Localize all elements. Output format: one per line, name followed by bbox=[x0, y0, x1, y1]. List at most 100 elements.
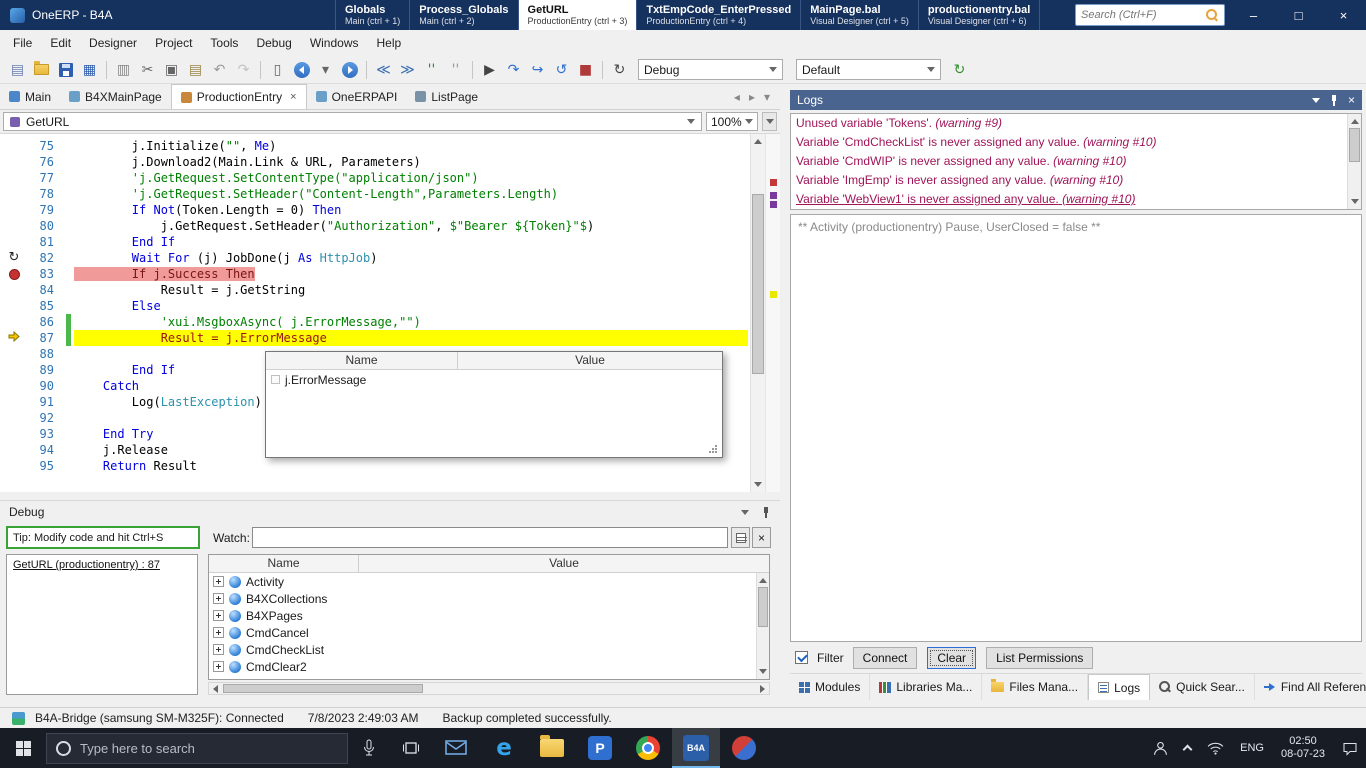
clear-button[interactable]: Clear bbox=[927, 647, 976, 669]
bookmark-icon[interactable]: ▯ bbox=[266, 59, 289, 81]
code-line-81[interactable]: 81 End If bbox=[0, 234, 748, 250]
code-line-79[interactable]: 79 If Not(Token.Length = 0) Then bbox=[0, 202, 748, 218]
save-icon[interactable] bbox=[54, 59, 77, 81]
undo-icon[interactable]: ↶ bbox=[208, 59, 231, 81]
warning-item[interactable]: Unused variable 'Tokens'. (warning #9) bbox=[791, 114, 1361, 133]
watch-list-button[interactable] bbox=[731, 527, 750, 548]
reconnect-device-icon[interactable]: ↻ bbox=[608, 59, 631, 81]
redo-icon[interactable]: ↷ bbox=[232, 59, 255, 81]
scroll-up-icon[interactable] bbox=[757, 573, 769, 588]
warning-item[interactable]: Variable 'ImgEmp' is never assigned any … bbox=[791, 171, 1361, 190]
scrollbar-thumb[interactable] bbox=[1349, 128, 1360, 162]
mail-app-button[interactable] bbox=[432, 728, 480, 768]
variables-scrollbar[interactable] bbox=[756, 573, 769, 679]
module-tab-process-globals[interactable]: Process_GlobalsMain (ctrl + 2) bbox=[409, 0, 517, 30]
watch-input[interactable] bbox=[252, 527, 728, 548]
code-line-78[interactable]: 78 'j.GetRequest.SetHeader("Content-Leng… bbox=[0, 186, 748, 202]
outdent-icon[interactable]: ≪ bbox=[372, 59, 395, 81]
tree-expander-icon[interactable] bbox=[213, 627, 224, 638]
breakpoint-margin[interactable] bbox=[0, 394, 28, 410]
breakpoint-margin[interactable] bbox=[0, 234, 28, 250]
breakpoint-margin[interactable] bbox=[0, 442, 28, 458]
paste-icon[interactable]: ▤ bbox=[184, 59, 207, 81]
code-line-75[interactable]: 75 j.Initialize("", Me) bbox=[0, 138, 748, 154]
tab-close-icon[interactable]: × bbox=[290, 91, 296, 103]
scroll-down-icon[interactable] bbox=[751, 477, 765, 492]
variable-row-cmdcancel[interactable]: CmdCancel bbox=[209, 624, 769, 641]
annotation-mark[interactable] bbox=[770, 291, 777, 298]
code-editor[interactable]: 75 j.Initialize("", Me)76 j.Download2(Ma… bbox=[0, 133, 780, 492]
tree-expander-icon[interactable] bbox=[213, 610, 224, 621]
people-button[interactable] bbox=[1145, 728, 1176, 768]
visual-designer-icon[interactable]: ▥ bbox=[112, 59, 135, 81]
chrome-app-button[interactable] bbox=[624, 728, 672, 768]
scrollbar-thumb[interactable] bbox=[758, 587, 768, 627]
tab-listpage[interactable]: ListPage bbox=[406, 84, 487, 109]
panel-position-icon[interactable] bbox=[1312, 98, 1320, 103]
code-line-77[interactable]: 77 'j.GetRequest.SetContentType("applica… bbox=[0, 170, 748, 186]
code-line-87[interactable]: 87 Result = j.ErrorMessage bbox=[0, 330, 748, 346]
watch-popup-row[interactable]: j.ErrorMessage bbox=[266, 370, 722, 389]
zoom-combo[interactable]: 100% bbox=[706, 112, 758, 131]
close-button[interactable]: × bbox=[1321, 0, 1366, 30]
microphone-button[interactable] bbox=[348, 728, 390, 768]
annotation-mark[interactable] bbox=[770, 201, 777, 208]
titlebar-search-input[interactable] bbox=[1081, 9, 1202, 21]
module-tab-productionentry-bal[interactable]: productionentry.balVisual Designer (ctrl… bbox=[918, 0, 1040, 30]
breakpoint-margin[interactable] bbox=[0, 314, 28, 330]
log-output[interactable]: ** Activity (productionentry) Pause, Use… bbox=[790, 214, 1362, 642]
scroll-up-icon[interactable] bbox=[751, 134, 765, 149]
method-selector-combo[interactable]: GetURL bbox=[3, 112, 702, 131]
code-line-86[interactable]: 86 'xui.MsgboxAsync( j.ErrorMessage,"") bbox=[0, 314, 748, 330]
breakpoint-margin[interactable] bbox=[0, 458, 28, 474]
scrollbar-thumb[interactable] bbox=[223, 684, 423, 693]
breakpoint-margin[interactable]: ↻ bbox=[0, 250, 28, 266]
menu-edit[interactable]: Edit bbox=[41, 31, 80, 55]
breakpoint-margin[interactable] bbox=[0, 282, 28, 298]
annotation-mark[interactable] bbox=[770, 179, 777, 186]
comment-icon[interactable]: '' bbox=[420, 59, 443, 81]
menu-debug[interactable]: Debug bbox=[247, 31, 300, 55]
watch-clear-button[interactable]: × bbox=[752, 527, 771, 548]
explorer-app-button[interactable] bbox=[528, 728, 576, 768]
breakpoint-margin[interactable] bbox=[0, 346, 28, 362]
action-center-button[interactable] bbox=[1334, 728, 1366, 768]
open-project-icon[interactable] bbox=[30, 59, 53, 81]
code-line-85[interactable]: 85 Else bbox=[0, 298, 748, 314]
warnings-scrollbar[interactable] bbox=[1347, 114, 1361, 209]
code-line-76[interactable]: 76 j.Download2(Main.Link & URL, Paramete… bbox=[0, 154, 748, 170]
variable-row-cmdchecklist[interactable]: CmdCheckList bbox=[209, 641, 769, 658]
tree-expander-icon[interactable] bbox=[213, 593, 224, 604]
tab-b4xmainpage[interactable]: B4XMainPage bbox=[60, 84, 171, 109]
breakpoint-margin[interactable] bbox=[0, 426, 28, 442]
bottom-tab-find-all-referen[interactable]: Find All Referen... bbox=[1255, 674, 1366, 700]
tab-scroll-left-icon[interactable]: ◂ bbox=[734, 90, 740, 104]
module-tab-geturl[interactable]: GetURLProductionEntry (ctrl + 3) bbox=[518, 0, 637, 30]
variables-horizontal-scrollbar[interactable] bbox=[208, 682, 770, 695]
navigate-forward-icon[interactable] bbox=[338, 59, 361, 81]
minimize-button[interactable]: – bbox=[1231, 0, 1276, 30]
menu-designer[interactable]: Designer bbox=[80, 31, 146, 55]
bottom-tab-modules[interactable]: Modules bbox=[790, 674, 870, 700]
breakpoint-margin[interactable] bbox=[0, 154, 28, 170]
step-over-icon[interactable]: ↷ bbox=[502, 59, 525, 81]
b4a-app-button[interactable]: B4A bbox=[672, 728, 720, 768]
show-hidden-icons-button[interactable] bbox=[1176, 728, 1199, 768]
refresh-libraries-icon[interactable]: ↻ bbox=[948, 59, 971, 81]
warning-item[interactable]: Variable 'WebView1' is never assigned an… bbox=[791, 190, 1361, 209]
breakpoint-margin[interactable] bbox=[0, 410, 28, 426]
breakpoint-margin[interactable] bbox=[0, 202, 28, 218]
p-app-button[interactable]: P bbox=[576, 728, 624, 768]
step-out-icon[interactable]: ↺ bbox=[550, 59, 573, 81]
menu-project[interactable]: Project bbox=[146, 31, 201, 55]
build-configuration-combo[interactable]: Debug bbox=[638, 59, 783, 80]
warning-item[interactable]: Variable 'CmdWIP' is never assigned any … bbox=[791, 152, 1361, 171]
breakpoint-margin[interactable] bbox=[0, 378, 28, 394]
tree-expander-icon[interactable] bbox=[213, 576, 224, 587]
cut-icon[interactable]: ✂ bbox=[136, 59, 159, 81]
tab-list-dropdown-icon[interactable]: ▾ bbox=[764, 90, 770, 104]
taskbar-search[interactable]: Type here to search bbox=[46, 733, 348, 764]
tab-oneerpapi[interactable]: OneERPAPI bbox=[307, 84, 407, 109]
scrollbar-thumb[interactable] bbox=[752, 194, 764, 374]
pin-icon[interactable] bbox=[1329, 95, 1339, 106]
